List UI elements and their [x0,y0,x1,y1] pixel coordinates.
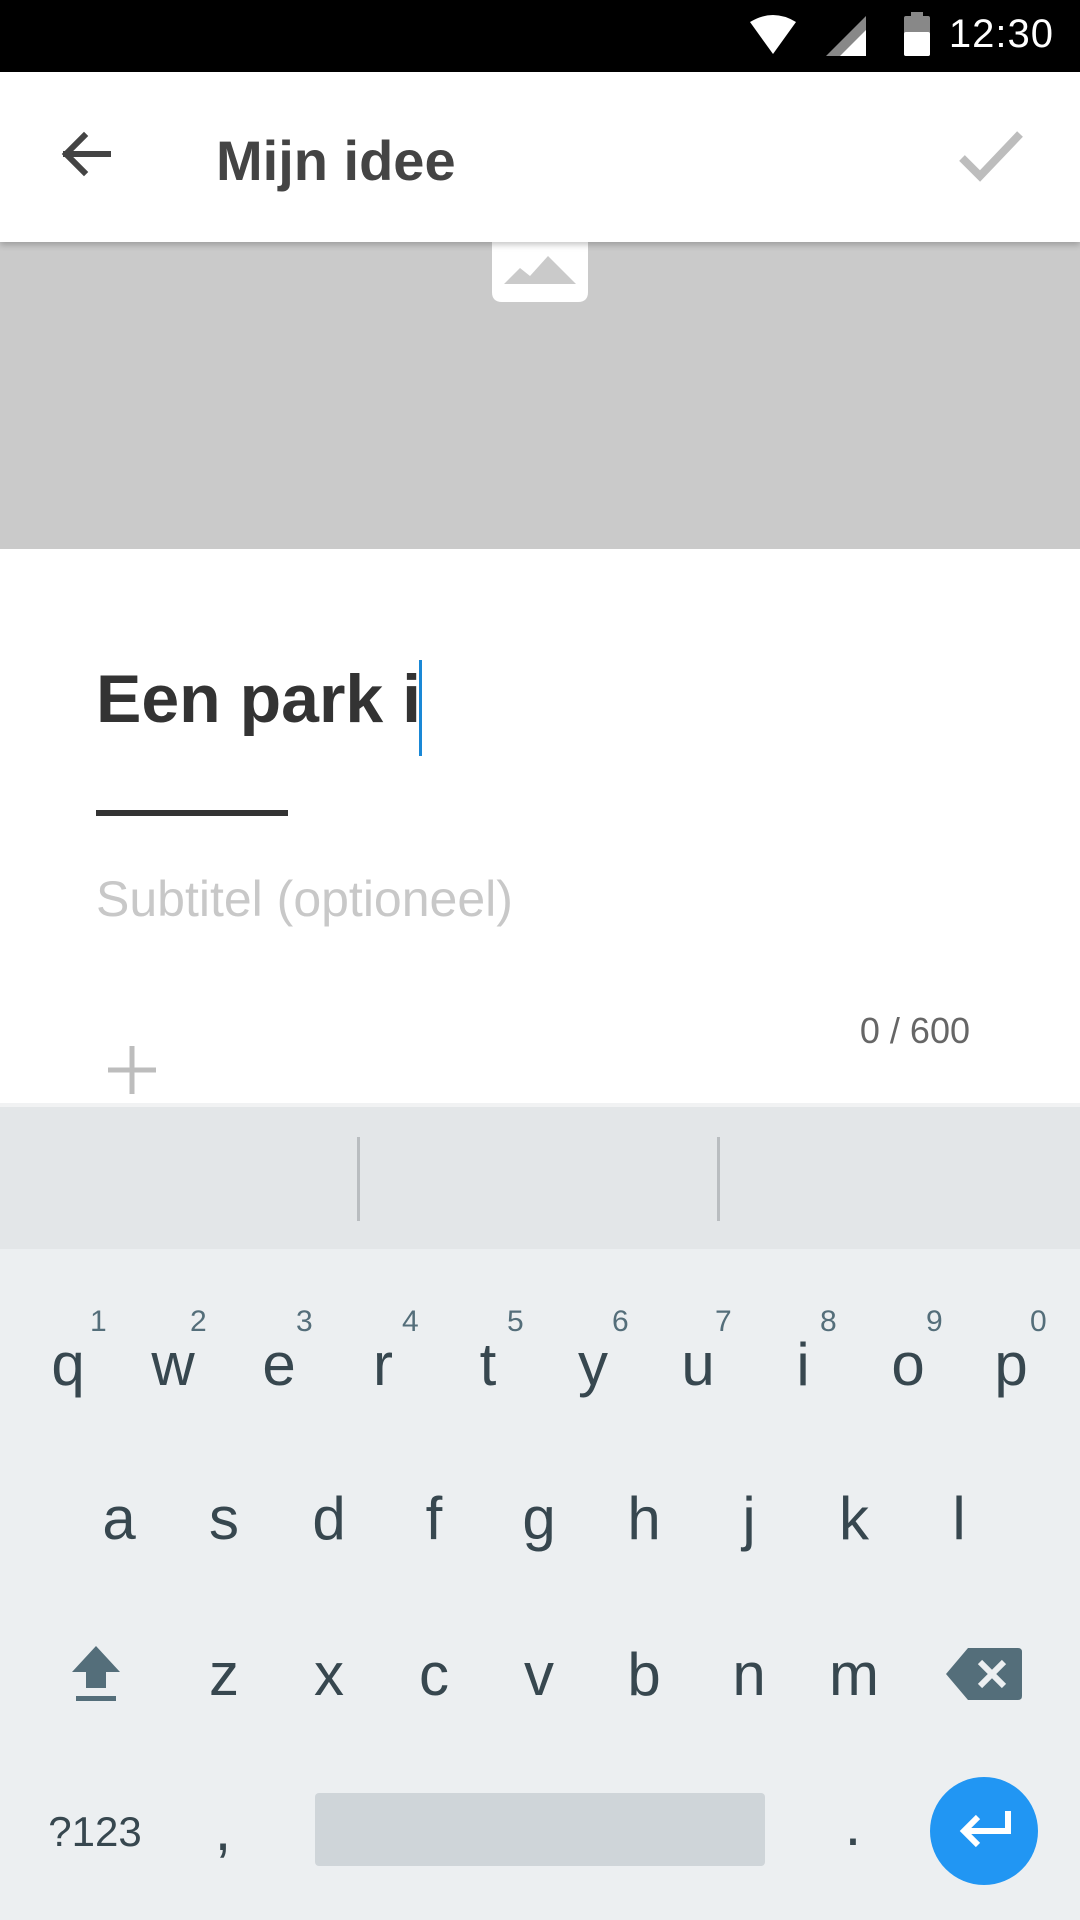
key-g[interactable]: g [496,1484,582,1553]
key-s[interactable]: s [181,1484,267,1553]
comma-key[interactable]: , [180,1795,266,1864]
key-l[interactable]: l [916,1484,1002,1553]
check-icon[interactable] [958,128,1024,184]
suggestion-divider [357,1137,360,1221]
back-arrow-icon[interactable] [56,124,116,184]
key-j[interactable]: j [706,1484,792,1553]
status-bar: 12:30 [0,0,1080,72]
subtitle-input[interactable]: Subtitel (optioneel) [96,870,513,928]
period-key[interactable]: . [810,1790,896,1859]
key-c[interactable]: c [391,1640,477,1709]
title-underline [96,810,288,816]
key-z[interactable]: z [181,1640,267,1709]
key-o[interactable]: o [865,1330,951,1399]
key-w[interactable]: w [130,1330,216,1399]
key-p[interactable]: p [968,1330,1054,1399]
signal-icon [826,16,866,56]
key-e[interactable]: e [236,1330,322,1399]
key-x[interactable]: x [286,1640,372,1709]
battery-icon [904,12,930,56]
key-a[interactable]: a [76,1484,162,1553]
header-image-placeholder[interactable] [0,242,1080,549]
wifi-icon [750,15,796,54]
key-n[interactable]: n [706,1640,792,1709]
key-v[interactable]: v [496,1640,582,1709]
key-b[interactable]: b [601,1640,687,1709]
plus-icon[interactable] [106,1044,158,1096]
suggestion-divider [717,1137,720,1221]
key-i[interactable]: i [760,1330,846,1399]
key-h[interactable]: h [601,1484,687,1553]
app-bar: Mijn idee [0,72,1080,242]
enter-icon [959,1811,1011,1848]
key-q[interactable]: q [25,1330,111,1399]
key-y[interactable]: y [550,1330,636,1399]
page-title: Mijn idee [216,129,456,192]
status-time: 12:30 [948,12,1054,56]
key-u[interactable]: u [655,1330,741,1399]
key-r[interactable]: r [340,1330,426,1399]
key-d[interactable]: d [286,1484,372,1553]
image-icon [492,242,588,302]
character-counter: 0 / 600 [859,1010,970,1051]
key-f[interactable]: f [391,1484,477,1553]
key-k[interactable]: k [811,1484,897,1553]
key-t[interactable]: t [445,1330,531,1399]
text-cursor [419,660,422,756]
suggestion-strip[interactable] [0,1103,1080,1252]
symbols-key[interactable]: ?123 [40,1808,150,1856]
shift-icon[interactable] [70,1644,122,1704]
enter-key[interactable] [930,1777,1038,1885]
space-bar[interactable] [315,1793,765,1866]
title-input[interactable]: Een park i [96,660,421,738]
backspace-icon[interactable] [946,1648,1022,1700]
key-m[interactable]: m [811,1640,897,1709]
